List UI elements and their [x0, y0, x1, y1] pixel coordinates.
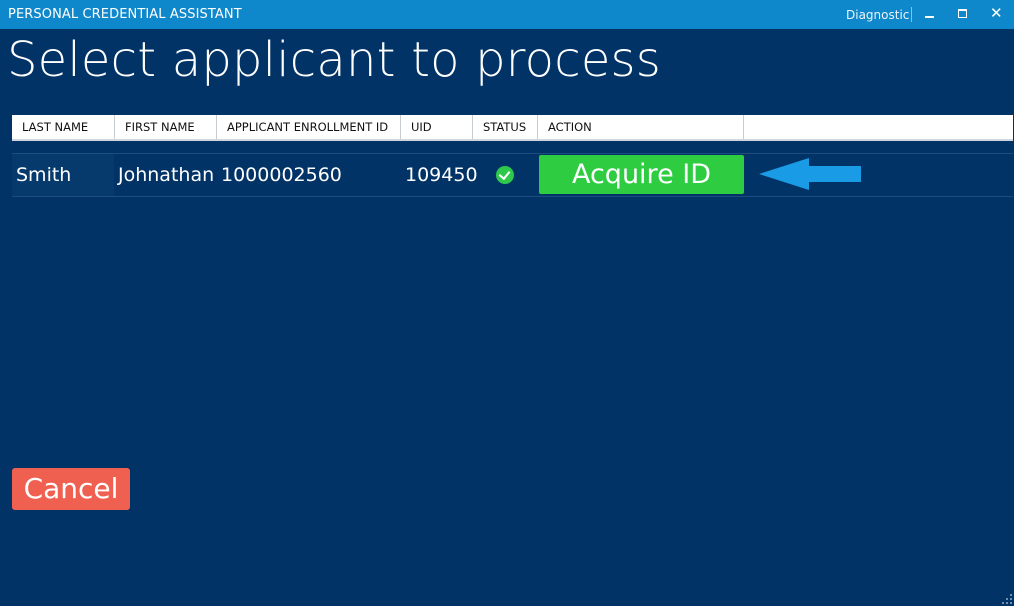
column-header-action[interactable]: ACTION — [538, 115, 744, 139]
cell-last-name: Smith — [12, 154, 114, 196]
check-circle-icon — [496, 166, 514, 184]
maximize-icon — [958, 9, 967, 18]
page-title: Select applicant to process — [7, 32, 661, 88]
close-button[interactable]: ✕ — [982, 0, 1012, 29]
column-header-status[interactable]: STATUS — [473, 115, 538, 139]
cell-first-name: Johnathan — [118, 164, 215, 186]
resize-grip[interactable] — [1000, 592, 1012, 604]
maximize-button[interactable] — [948, 0, 978, 29]
title-bar: PERSONAL CREDENTIAL ASSISTANT Diagnostic… — [0, 0, 1014, 29]
cancel-button[interactable]: Cancel — [12, 468, 130, 510]
acquire-id-button[interactable]: Acquire ID — [539, 155, 744, 194]
close-icon: ✕ — [990, 4, 1003, 22]
app-title: PERSONAL CREDENTIAL ASSISTANT — [8, 7, 242, 22]
column-header-uid[interactable]: UID — [401, 115, 473, 139]
column-header-first-name[interactable]: FIRST NAME — [115, 115, 217, 139]
column-header-enrollment-id[interactable]: APPLICANT ENROLLMENT ID — [217, 115, 401, 139]
cell-enrollment-id: 1000002560 — [221, 164, 342, 186]
titlebar-divider — [911, 7, 912, 22]
cell-uid: 109450 — [405, 164, 478, 186]
minimize-icon — [925, 16, 934, 18]
arrow-left-icon — [759, 158, 861, 190]
diagnostic-link[interactable]: Diagnostic — [846, 8, 909, 22]
minimize-button[interactable] — [914, 0, 944, 29]
column-header-last-name[interactable]: LAST NAME — [12, 115, 115, 139]
table-header: LAST NAME FIRST NAME APPLICANT ENROLLMEN… — [12, 115, 1013, 141]
